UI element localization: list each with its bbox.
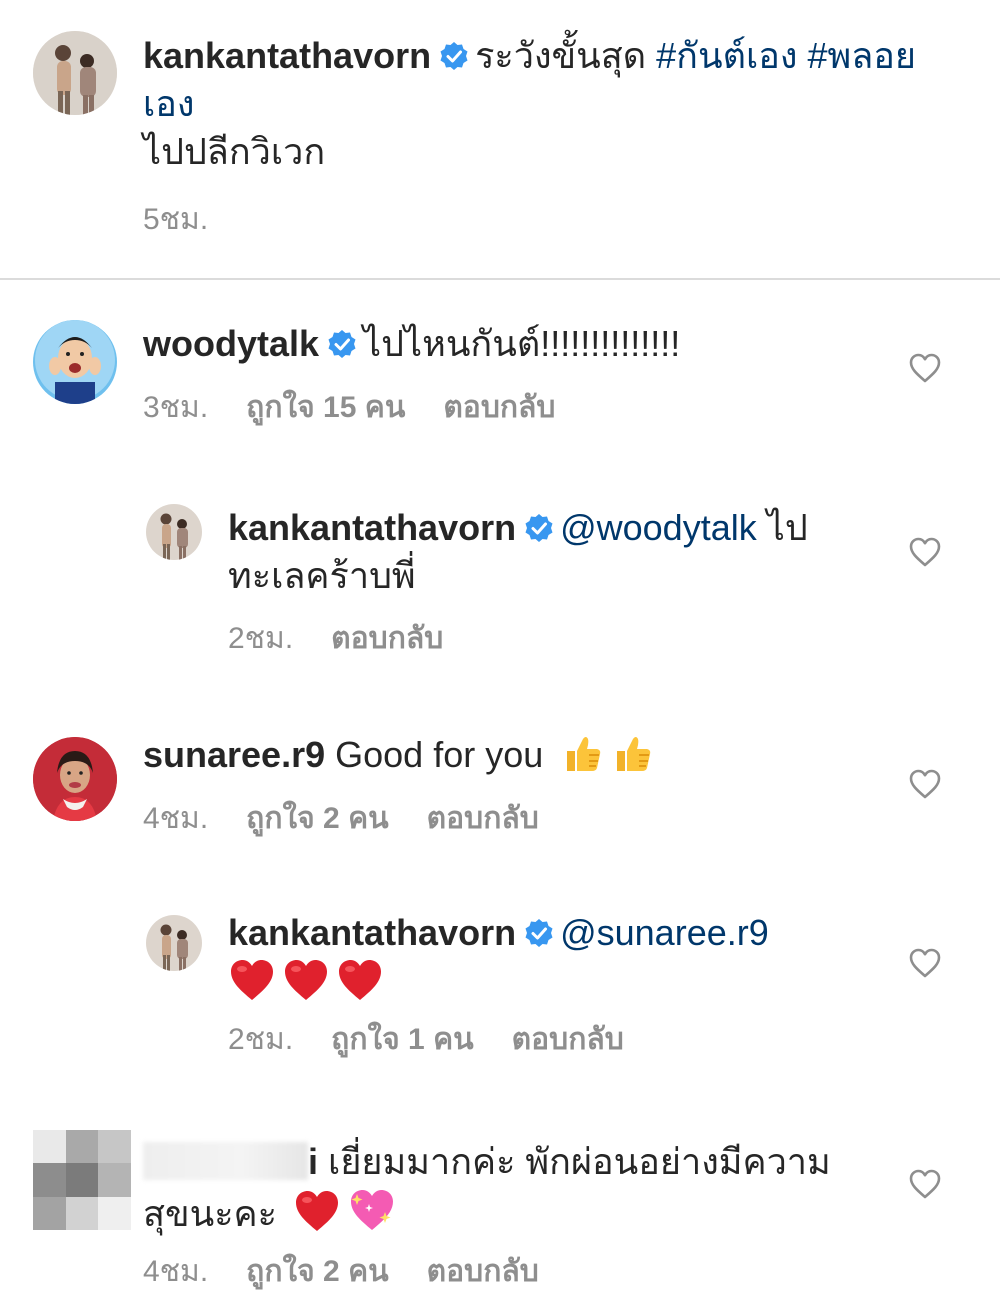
mention-link[interactable]: @sunaree.r9 bbox=[560, 912, 769, 953]
sparkling-heart-icon bbox=[347, 1186, 397, 1234]
caption-line-2: ไปปลีกวิเวก bbox=[143, 131, 326, 172]
comment-text: woodytalk ไปไหนกันต์!!!!!!!!!!!!!! bbox=[143, 320, 883, 368]
avatar[interactable] bbox=[146, 915, 202, 971]
reply-button[interactable]: ตอบกลับ bbox=[331, 622, 443, 655]
hashtag-link-cont[interactable]: เอง bbox=[143, 83, 195, 124]
avatar[interactable] bbox=[33, 320, 117, 404]
comment-username[interactable]: woodytalk bbox=[143, 323, 319, 364]
reply-button[interactable]: ตอบกลับ bbox=[427, 1255, 539, 1288]
avatar[interactable] bbox=[146, 504, 202, 560]
comment-meta: 4ชม. ถูกใจ 2 คน ตอบกลับ bbox=[143, 801, 577, 837]
comment-reply: kankantathavorn @sunaree.r9 2ชม. ถูกใจ 1 ค… bbox=[0, 895, 1000, 1095]
verified-badge-icon bbox=[524, 918, 554, 948]
comment-username-fragment[interactable]: i bbox=[308, 1141, 318, 1182]
timestamp: 4ชม. bbox=[143, 1255, 209, 1288]
timestamp: 3ชม. bbox=[143, 391, 209, 424]
red-heart-icon bbox=[336, 957, 384, 1003]
like-heart-icon[interactable] bbox=[908, 1168, 942, 1200]
comment: i เยี่ยมมากค่ะ พักผ่อนอย่างมีความ สุขนะค… bbox=[0, 1130, 1000, 1297]
avatar[interactable] bbox=[33, 31, 117, 115]
comment-text: sunaree.r9 Good for you bbox=[143, 731, 883, 779]
comment-reply: kankantathavorn @woodytalk ไป ทะเลคร้าบพี… bbox=[0, 490, 1000, 690]
like-heart-icon[interactable] bbox=[908, 352, 942, 384]
caption-text: kankantathavorn ระวังขั้นสุด #กันต์เอง #พ… bbox=[143, 32, 963, 176]
hashtag-link[interactable]: #กันต์เอง bbox=[656, 35, 797, 76]
post-caption: kankantathavorn ระวังขั้นสุด #กันต์เอง #พ… bbox=[0, 0, 1000, 278]
comment-body: ไป bbox=[766, 507, 808, 548]
post-username[interactable]: kankantathavorn bbox=[143, 35, 431, 76]
timestamp: 2ชม. bbox=[228, 622, 294, 655]
timestamp: 4ชม. bbox=[143, 802, 209, 835]
red-heart-icon bbox=[293, 1188, 341, 1234]
comment-text: i เยี่ยมมากค่ะ พักผ่อนอย่างมีความ สุขนะค… bbox=[143, 1138, 883, 1238]
divider bbox=[0, 278, 1000, 280]
comment: sunaree.r9 Good for you 4ชม. ถูกใจ 2 คน ตอ… bbox=[0, 715, 1000, 875]
verified-badge-icon bbox=[524, 513, 554, 543]
comment-username[interactable]: sunaree.r9 bbox=[143, 734, 325, 775]
verified-badge-icon bbox=[439, 41, 469, 71]
comment-text: kankantathavorn @woodytalk ไป ทะเลคร้าบพี… bbox=[228, 504, 878, 600]
comment-text: kankantathavorn @sunaree.r9 bbox=[228, 909, 878, 1013]
blurred-username[interactable] bbox=[143, 1142, 308, 1180]
thumbs-up-icon bbox=[559, 731, 603, 775]
avatar[interactable] bbox=[33, 737, 117, 821]
comment-body: Good for you bbox=[335, 734, 544, 775]
comment-body-line-2: สุขนะคะ bbox=[143, 1193, 277, 1234]
comment-username[interactable]: kankantathavorn bbox=[228, 912, 516, 953]
verified-badge-icon bbox=[327, 329, 357, 359]
caption-main: ระวังขั้นสุด bbox=[475, 35, 647, 76]
reply-button[interactable]: ตอบกลับ bbox=[443, 391, 555, 424]
comment-body: ไปไหนกันต์!!!!!!!!!!!!!! bbox=[363, 323, 681, 364]
reply-button[interactable]: ตอบกลับ bbox=[427, 802, 539, 835]
like-heart-icon[interactable] bbox=[908, 768, 942, 800]
comment-meta: 4ชม. ถูกใจ 2 คน ตอบกลับ bbox=[143, 1254, 577, 1290]
comment: woodytalk ไปไหนกันต์!!!!!!!!!!!!!! 3ชม. ถู… bbox=[0, 300, 1000, 440]
comment-username[interactable]: kankantathavorn bbox=[228, 507, 516, 548]
timestamp: 2ชม. bbox=[228, 1023, 294, 1056]
comment-meta: 2ชม. ตอบกลับ bbox=[228, 621, 481, 657]
like-heart-icon[interactable] bbox=[908, 947, 942, 979]
red-heart-icon bbox=[282, 957, 330, 1003]
comment-meta: 2ชม. ถูกใจ 1 คน ตอบกลับ bbox=[228, 1022, 662, 1058]
timestamp: 5ชม. bbox=[143, 203, 209, 236]
red-heart-icon bbox=[228, 957, 276, 1003]
comment-body: เยี่ยมมากค่ะ พักผ่อนอย่างมีความ bbox=[328, 1141, 831, 1182]
comment-meta: 3ชม. ถูกใจ 15 คน ตอบกลับ bbox=[143, 390, 593, 426]
like-count[interactable]: ถูกใจ 1 คน bbox=[331, 1023, 474, 1056]
comment-body-line-2: ทะเลคร้าบพี่ bbox=[228, 555, 416, 596]
reply-button[interactable]: ตอบกลับ bbox=[512, 1023, 624, 1056]
like-count[interactable]: ถูกใจ 2 คน bbox=[246, 1255, 389, 1288]
like-heart-icon[interactable] bbox=[908, 536, 942, 568]
hashtag-link[interactable]: #พลอย bbox=[807, 35, 916, 76]
thumbs-up-icon bbox=[609, 731, 653, 775]
post-time: 5ชม. bbox=[143, 202, 246, 238]
mention-link[interactable]: @woodytalk bbox=[560, 507, 757, 548]
like-count[interactable]: ถูกใจ 2 คน bbox=[246, 802, 389, 835]
like-count[interactable]: ถูกใจ 15 คน bbox=[246, 391, 405, 424]
